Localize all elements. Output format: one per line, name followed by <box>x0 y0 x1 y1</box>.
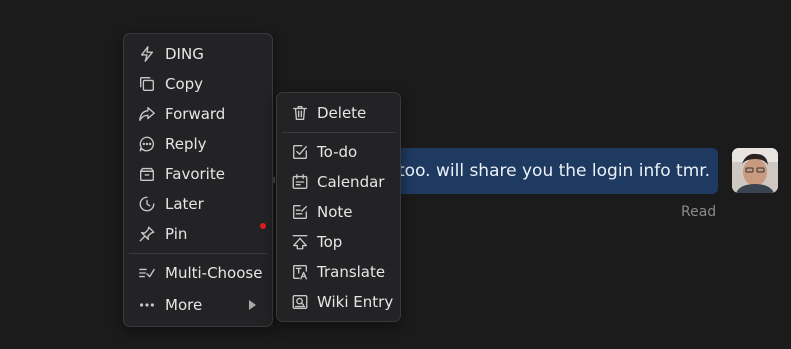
menu-item-label: Translate <box>317 263 386 281</box>
menu-item-label: To-do <box>317 143 358 161</box>
menu-item-calendar[interactable]: Calendar <box>277 167 400 197</box>
menu-item-label: Wiki Entry <box>317 293 394 311</box>
note-icon <box>290 202 310 222</box>
menu-item-favorite[interactable]: Favorite <box>124 159 272 189</box>
menu-item-ding[interactable]: DING <box>124 39 272 69</box>
read-status: Read <box>681 204 717 220</box>
menu-item-top[interactable]: Top <box>277 227 400 257</box>
menu-item-label: Multi-Choose <box>165 264 263 282</box>
menu-item-note[interactable]: Note <box>277 197 400 227</box>
menu-item-wiki-entry[interactable]: Wiki Entry <box>277 287 400 317</box>
menu-item-label: DING <box>165 45 204 63</box>
reply-icon <box>137 134 157 154</box>
message-bubble[interactable]: too. will share you the login info tmr. <box>384 148 718 194</box>
translate-icon <box>290 262 310 282</box>
multi-choose-icon <box>137 263 157 283</box>
message-text: too. will share you the login info tmr. <box>398 161 711 181</box>
favorite-icon <box>137 164 157 184</box>
menu-item-more[interactable]: More <box>124 290 272 320</box>
menu-item-label: Delete <box>317 104 367 122</box>
top-icon <box>290 232 310 252</box>
submenu-arrow-icon <box>249 300 256 310</box>
menu-divider <box>282 132 395 133</box>
copy-icon <box>137 74 157 94</box>
unread-dot <box>260 223 266 229</box>
menu-item-forward[interactable]: Forward <box>124 99 272 129</box>
menu-item-label: Reply <box>165 135 207 153</box>
pin-icon <box>137 224 157 244</box>
menu-item-later[interactable]: Later <box>124 189 272 219</box>
wiki-icon <box>290 292 310 312</box>
menu-item-label: Forward <box>165 105 226 123</box>
more-submenu: Delete To-do Calendar Note Top Translate <box>276 92 401 322</box>
avatar-photo <box>732 148 778 193</box>
menu-item-reply[interactable]: Reply <box>124 129 272 159</box>
menu-item-translate[interactable]: Translate <box>277 257 400 287</box>
menu-item-copy[interactable]: Copy <box>124 69 272 99</box>
menu-item-label: Pin <box>165 225 188 243</box>
message-context-menu: DING Copy Forward Reply Favorite Later P… <box>123 33 273 327</box>
menu-item-label: More <box>165 296 203 314</box>
lightning-icon <box>137 44 157 64</box>
todo-icon <box>290 142 310 162</box>
menu-item-delete[interactable]: Delete <box>277 98 400 128</box>
menu-item-label: Copy <box>165 75 204 93</box>
menu-item-label: Note <box>317 203 353 221</box>
menu-item-label: Favorite <box>165 165 225 183</box>
menu-item-label: Calendar <box>317 173 385 191</box>
calendar-icon <box>290 172 310 192</box>
menu-item-todo[interactable]: To-do <box>277 137 400 167</box>
clock-icon <box>137 194 157 214</box>
menu-item-label: Later <box>165 195 204 213</box>
avatar[interactable] <box>732 148 778 193</box>
menu-item-pin[interactable]: Pin <box>124 219 272 249</box>
menu-divider <box>129 253 267 254</box>
forward-icon <box>137 104 157 124</box>
trash-icon <box>290 103 310 123</box>
menu-item-label: Top <box>317 233 343 251</box>
menu-item-multi-choose[interactable]: Multi-Choose <box>124 258 272 288</box>
more-icon <box>137 295 157 315</box>
